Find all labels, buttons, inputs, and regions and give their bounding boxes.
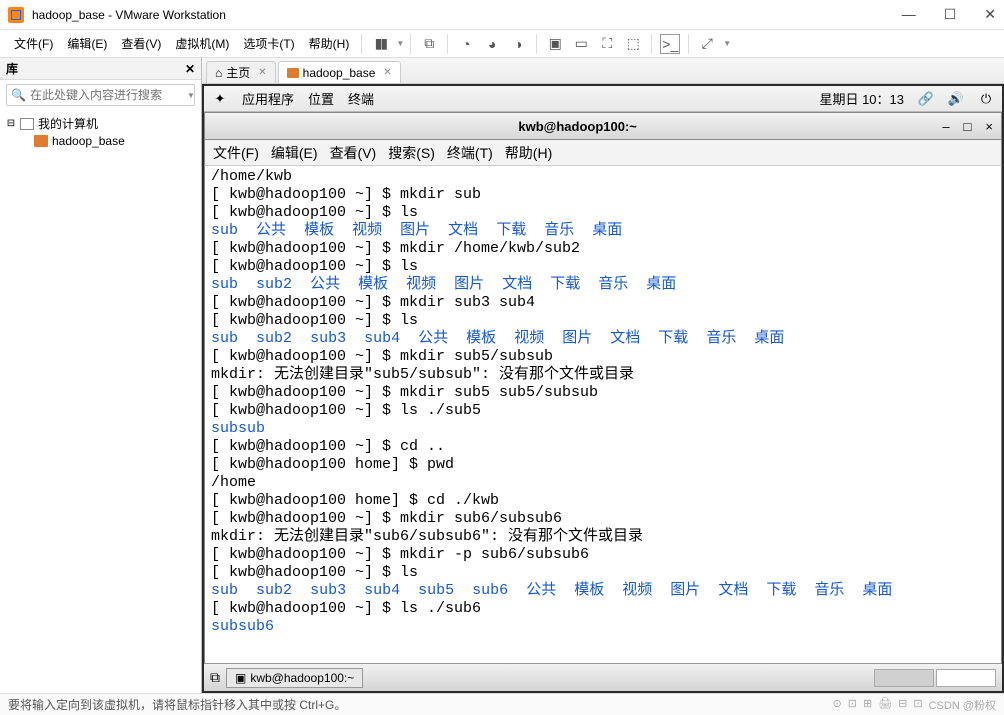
tab-vm[interactable]: hadoop_base ✕ bbox=[278, 61, 401, 83]
term-close-button[interactable]: × bbox=[985, 119, 993, 134]
home-icon: ⌂ bbox=[215, 66, 222, 80]
gnome-terminal[interactable]: 终端 bbox=[348, 89, 374, 108]
show-desktop-icon[interactable]: ⧉ bbox=[210, 669, 220, 686]
power-icon[interactable]: ⏻ bbox=[978, 91, 994, 107]
workspace-2[interactable] bbox=[936, 669, 996, 687]
window-controls: — ☐ ✕ bbox=[902, 6, 996, 23]
tree-root-label: 我的计算机 bbox=[38, 115, 98, 132]
main-menubar: 文件(F) 编辑(E) 查看(V) 虚拟机(M) 选项卡(T) 帮助(H) ▮▮… bbox=[0, 30, 1004, 58]
term-menu-file[interactable]: 文件(F) bbox=[213, 143, 259, 163]
library-title: 库 bbox=[6, 60, 18, 77]
tab-home-label: 主页 bbox=[226, 64, 250, 81]
library-header: 库 ✕ bbox=[0, 58, 201, 80]
dropdown-arrow-icon[interactable]: ▼ bbox=[396, 39, 404, 48]
menu-help[interactable]: 帮助(H) bbox=[303, 32, 356, 55]
library-sidebar: 库 ✕ 🔍 ▼ ⊟ 我的计算机 hadoop_base bbox=[0, 58, 202, 693]
dropdown-arrow-icon[interactable]: ▼ bbox=[187, 91, 195, 100]
pause-icon[interactable]: ▮▮ bbox=[370, 34, 390, 54]
menu-edit[interactable]: 编辑(E) bbox=[61, 32, 113, 55]
terminal-titlebar[interactable]: kwb@hadoop100:~ – □ × bbox=[204, 112, 1002, 140]
close-sidebar-button[interactable]: ✕ bbox=[185, 62, 195, 76]
workspace-pager[interactable] bbox=[874, 669, 996, 687]
expand-icon[interactable]: ⤢ bbox=[697, 34, 717, 54]
computer-icon bbox=[20, 118, 34, 130]
term-menu-help[interactable]: 帮助(H) bbox=[505, 143, 552, 163]
window-title: hadoop_base - VMware Workstation bbox=[32, 8, 226, 22]
device-icon[interactable]: ⊙ bbox=[833, 697, 842, 713]
search-icon: 🔍 bbox=[11, 88, 26, 102]
term-min-button[interactable]: – bbox=[942, 119, 949, 134]
search-box[interactable]: 🔍 ▼ bbox=[6, 84, 195, 106]
tab-vm-label: hadoop_base bbox=[303, 66, 376, 80]
view1-icon[interactable]: ▣ bbox=[545, 34, 565, 54]
collapse-icon[interactable]: ⊟ bbox=[6, 118, 16, 129]
terminal-menubar: 文件(F) 编辑(E) 查看(V) 搜索(S) 终端(T) 帮助(H) bbox=[204, 140, 1002, 166]
close-icon[interactable]: ✕ bbox=[383, 67, 391, 78]
gnome-topbar: ✦ 应用程序 位置 终端 星期日 10：13 🔗 🔊 ⏻ bbox=[204, 86, 1002, 112]
terminal-title: kwb@hadoop100:~ bbox=[213, 119, 942, 134]
workspace-1[interactable] bbox=[874, 669, 934, 687]
view3-icon[interactable]: ⛶ bbox=[597, 34, 617, 54]
minimize-button[interactable]: — bbox=[902, 6, 916, 23]
term-menu-terminal[interactable]: 终端(T) bbox=[447, 143, 493, 163]
gnome-taskbar: ⧉ ▣ kwb@hadoop100:~ bbox=[204, 663, 1002, 691]
snapshot-icon[interactable]: ⧉ bbox=[419, 34, 439, 54]
status-text: 要将输入定向到该虚拟机，请将鼠标指针移入其中或按 Ctrl+G。 bbox=[8, 696, 346, 713]
dropdown-arrow-icon[interactable]: ▼ bbox=[723, 39, 731, 48]
statusbar: 要将输入定向到该虚拟机，请将鼠标指针移入其中或按 Ctrl+G。 ⊙ ⊡ ⊞ 🖨… bbox=[0, 693, 1004, 715]
vm-icon bbox=[287, 68, 299, 78]
vm-tree: ⊟ 我的计算机 hadoop_base bbox=[0, 110, 201, 153]
device-icon[interactable]: ⊞ bbox=[863, 697, 872, 713]
gnome-apps[interactable]: 应用程序 bbox=[242, 89, 294, 108]
menu-tabs[interactable]: 选项卡(T) bbox=[237, 32, 300, 55]
vmware-icon bbox=[8, 7, 24, 23]
menu-view[interactable]: 查看(V) bbox=[115, 32, 167, 55]
tree-vm-item[interactable]: hadoop_base bbox=[6, 133, 195, 149]
close-button[interactable]: ✕ bbox=[984, 6, 996, 23]
clock-icon[interactable]: ◔ bbox=[456, 34, 476, 54]
tab-home[interactable]: ⌂ 主页 ✕ bbox=[206, 61, 276, 83]
device-icon[interactable]: ⊟ bbox=[898, 697, 907, 713]
tree-vm-label: hadoop_base bbox=[52, 134, 125, 148]
device-icon[interactable]: ⊡ bbox=[848, 697, 857, 713]
content-area: ⌂ 主页 ✕ hadoop_base ✕ ✦ 应用程序 位置 终端 星期日 10… bbox=[202, 58, 1004, 693]
view4-icon[interactable]: ⬚ bbox=[623, 34, 643, 54]
vm-tabs: ⌂ 主页 ✕ hadoop_base ✕ bbox=[202, 58, 1004, 84]
device-icon[interactable]: 🖨 bbox=[878, 697, 892, 713]
terminal-icon: ▣ bbox=[235, 671, 246, 685]
clock3-icon[interactable]: ◑ bbox=[508, 34, 528, 54]
close-icon[interactable]: ✕ bbox=[258, 67, 266, 78]
watermark: CSDN @粉权 bbox=[929, 697, 996, 713]
console-icon[interactable]: >_ bbox=[660, 34, 680, 54]
term-max-button[interactable]: □ bbox=[964, 119, 972, 134]
volume-icon[interactable]: 🔊 bbox=[948, 91, 964, 107]
taskbar-task-label: kwb@hadoop100:~ bbox=[250, 671, 354, 685]
term-menu-view[interactable]: 查看(V) bbox=[330, 143, 377, 163]
activities-icon[interactable]: ✦ bbox=[212, 91, 228, 107]
maximize-button[interactable]: ☐ bbox=[944, 6, 957, 23]
term-menu-edit[interactable]: 编辑(E) bbox=[271, 143, 318, 163]
menu-file[interactable]: 文件(F) bbox=[8, 32, 59, 55]
gnome-clock: 星期日 10：13 bbox=[819, 89, 904, 108]
vm-icon bbox=[34, 135, 48, 147]
term-menu-search[interactable]: 搜索(S) bbox=[388, 143, 435, 163]
device-icon[interactable]: ⊡ bbox=[913, 697, 922, 713]
search-input[interactable] bbox=[30, 88, 185, 102]
clock2-icon[interactable]: ◕ bbox=[482, 34, 502, 54]
vm-display[interactable]: ✦ 应用程序 位置 终端 星期日 10：13 🔗 🔊 ⏻ kwb@hadoop1… bbox=[202, 84, 1004, 693]
tree-root[interactable]: ⊟ 我的计算机 bbox=[6, 114, 195, 133]
menu-vm[interactable]: 虚拟机(M) bbox=[169, 32, 235, 55]
view2-icon[interactable]: ▭ bbox=[571, 34, 591, 54]
window-titlebar: hadoop_base - VMware Workstation — ☐ ✕ bbox=[0, 0, 1004, 30]
gnome-places[interactable]: 位置 bbox=[308, 89, 334, 108]
network-icon[interactable]: 🔗 bbox=[918, 91, 934, 107]
terminal-output[interactable]: /home/kwb [ kwb@hadoop100 ~] $ mkdir sub… bbox=[204, 166, 1002, 663]
taskbar-task[interactable]: ▣ kwb@hadoop100:~ bbox=[226, 668, 363, 688]
